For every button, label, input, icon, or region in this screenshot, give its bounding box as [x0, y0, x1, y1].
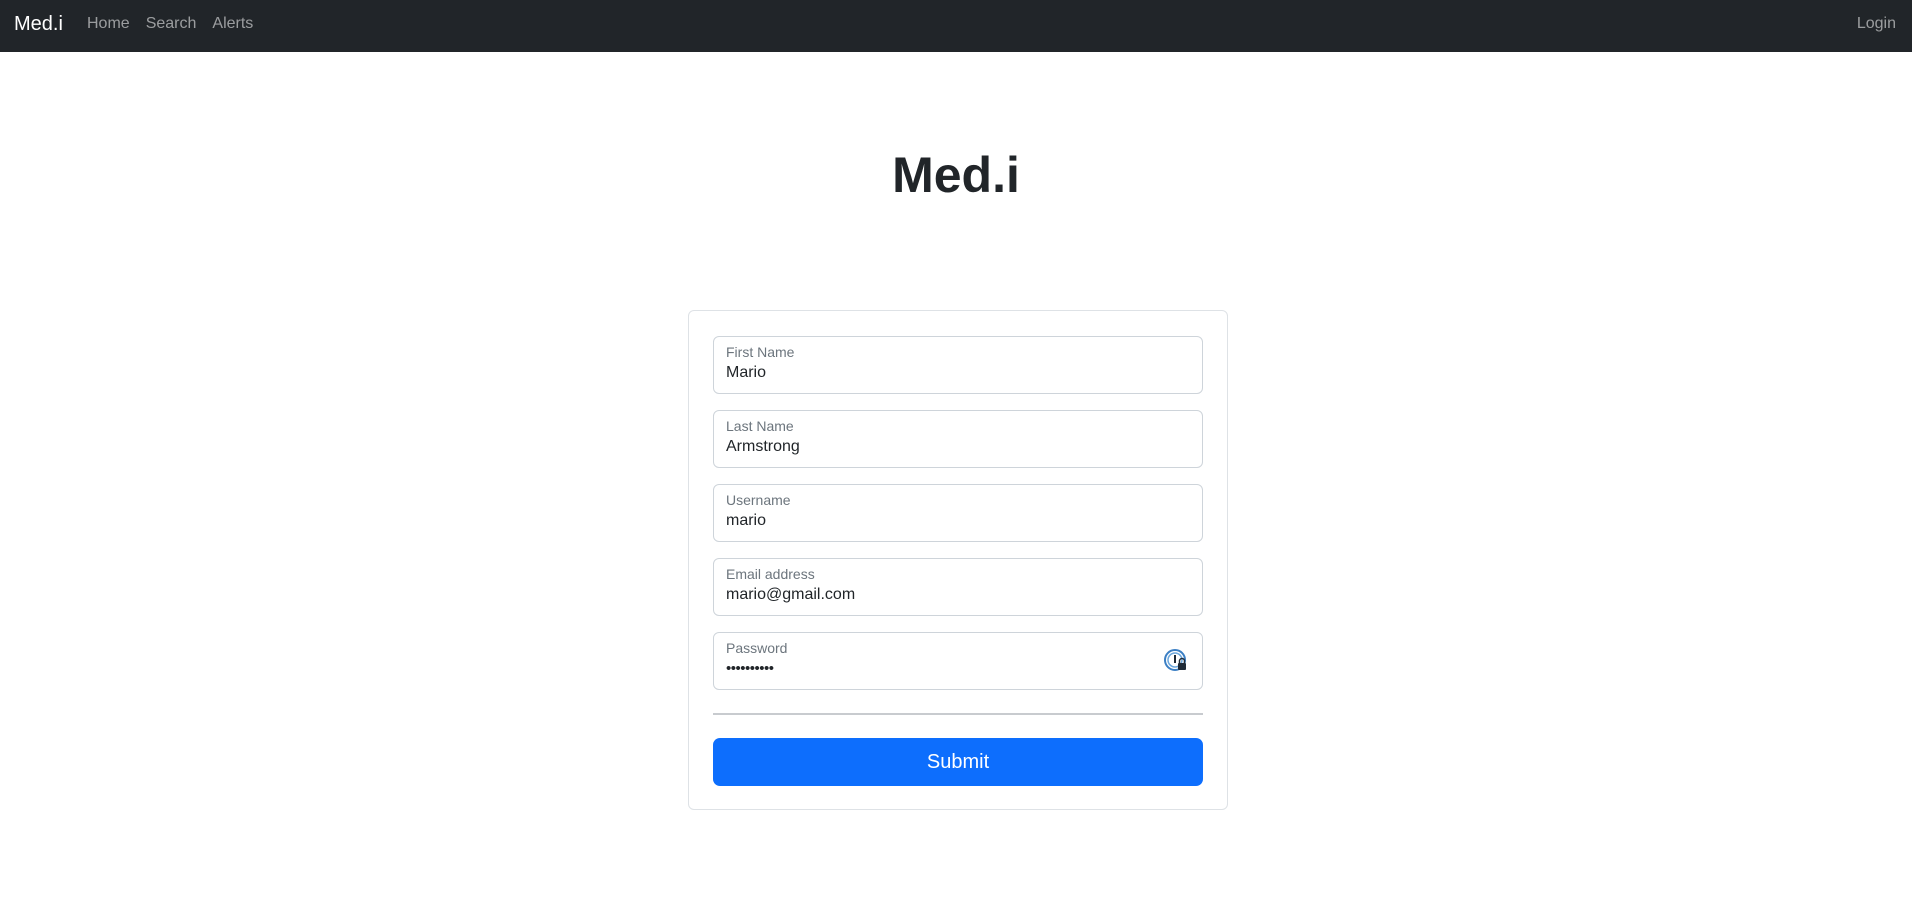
username-field[interactable]: Username mario [713, 484, 1203, 542]
signup-form-card: First Name Mario Last Name Armstrong Use… [688, 310, 1228, 810]
password-field[interactable]: Password •••••••••• [713, 632, 1203, 690]
first-name-value: Mario [726, 364, 767, 381]
email-field[interactable]: Email address mario@gmail.com [713, 558, 1203, 616]
username-value: mario [726, 512, 767, 529]
nav-link-home[interactable]: Home [87, 14, 130, 34]
first-name-label: First Name [726, 344, 795, 360]
nav-link-login[interactable]: Login [1857, 14, 1896, 34]
last-name-value: Armstrong [726, 438, 800, 455]
form-divider [713, 713, 1203, 715]
username-label: Username [726, 492, 791, 508]
password-value: •••••••••• [726, 660, 774, 677]
nav-link-alerts[interactable]: Alerts [212, 14, 253, 34]
email-value: mario@gmail.com [726, 586, 856, 603]
last-name-field[interactable]: Last Name Armstrong [713, 410, 1203, 468]
password-manager-icon[interactable] [1164, 649, 1188, 673]
email-label: Email address [726, 566, 815, 582]
first-name-field[interactable]: First Name Mario [713, 336, 1203, 394]
navbar: Med.i Home Search Alerts Login [0, 0, 1912, 52]
brand-link[interactable]: Med.i [14, 12, 63, 36]
password-label: Password [726, 640, 788, 656]
submit-button[interactable]: Submit [713, 738, 1203, 786]
nav-link-search[interactable]: Search [146, 14, 197, 34]
nav-links: Home Search Alerts [87, 14, 269, 34]
page-title: Med.i [892, 147, 1020, 203]
last-name-label: Last Name [726, 418, 794, 434]
